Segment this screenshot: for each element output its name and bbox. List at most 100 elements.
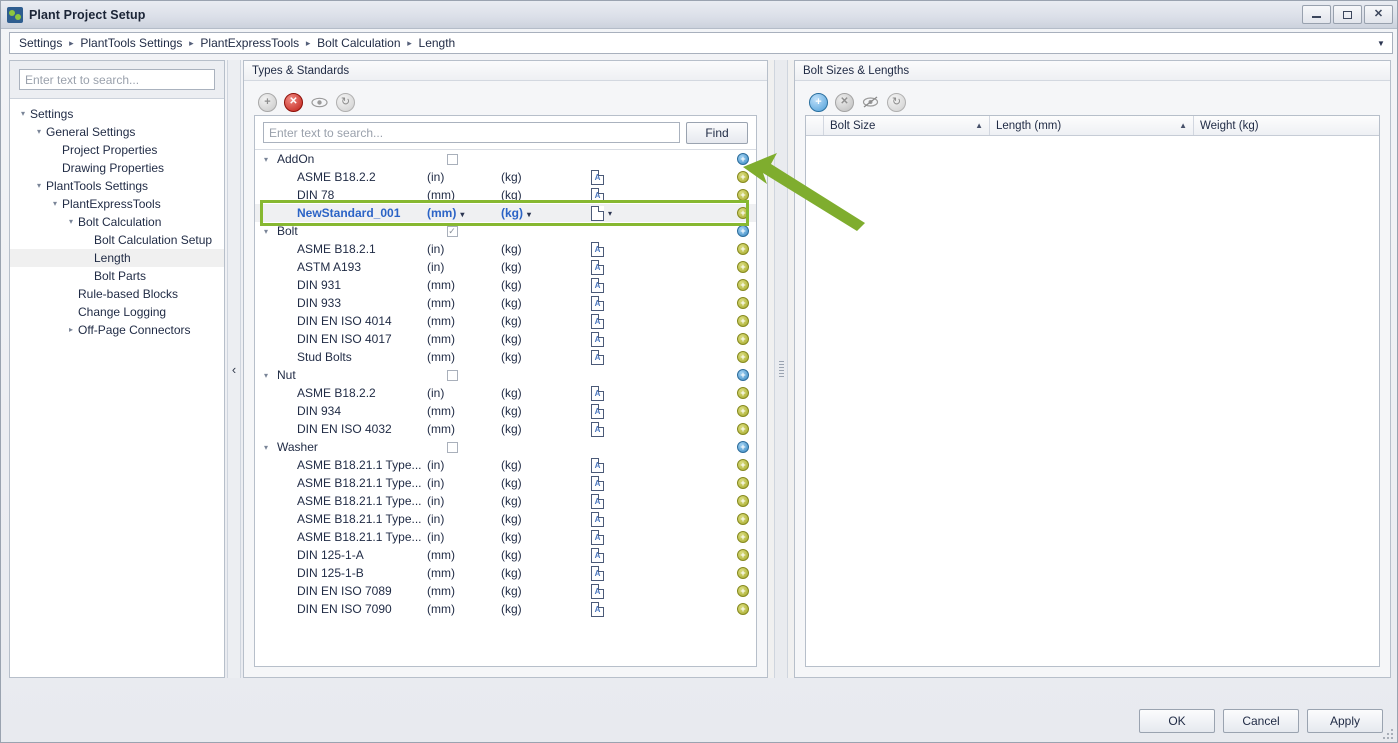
standards-rows[interactable]: ▾ AddOn + ASME B18.2.2 (in) (kg) A + DIN 78 (mm)(… <box>255 150 756 666</box>
document-a-icon[interactable]: A <box>591 601 604 617</box>
find-input[interactable] <box>263 122 680 143</box>
checkbox-unchecked[interactable] <box>446 441 458 453</box>
twisty-icon[interactable]: ▾ <box>32 182 46 190</box>
add-size-icon[interactable]: + <box>737 477 749 489</box>
grid-body[interactable] <box>806 136 1379 666</box>
twisty-icon[interactable]: ▾ <box>64 218 78 226</box>
weight-unit[interactable]: (kg) ▾ <box>501 206 591 220</box>
column-header-length-mm[interactable]: Length (mm) ▲ <box>990 116 1194 135</box>
add-standard-icon[interactable]: + <box>737 369 749 381</box>
twisty-icon[interactable]: ▾ <box>255 443 277 452</box>
standard-row[interactable]: DIN 933 (mm) (kg) A + <box>255 294 756 312</box>
sidebar-item-plantexpresstools[interactable]: ▾ PlantExpressTools <box>10 195 224 213</box>
standard-group-row[interactable]: ▾ Nut + <box>255 366 756 384</box>
apply-button[interactable]: Apply <box>1307 709 1383 733</box>
delete-size-button[interactable]: ✕ <box>835 92 854 112</box>
twisty-icon[interactable]: ▾ <box>255 371 277 380</box>
add-size-icon[interactable]: + <box>737 189 749 201</box>
maximize-button[interactable] <box>1333 5 1362 24</box>
standard-group-row[interactable]: ▾ Washer + <box>255 438 756 456</box>
sidebar-item-change-logging[interactable]: Change Logging <box>10 303 224 321</box>
twisty-icon[interactable]: ▾ <box>16 110 30 118</box>
cancel-button[interactable]: Cancel <box>1223 709 1299 733</box>
standard-row[interactable]: ASME B18.21.1 Type... (in) (kg) A + <box>255 456 756 474</box>
add-size-icon[interactable]: + <box>737 585 749 597</box>
twisty-icon[interactable]: ▾ <box>32 128 46 136</box>
add-size-icon[interactable]: + <box>737 207 749 219</box>
settings-tree[interactable]: ▾ Settings ▾ General Settings Project Proper… <box>10 99 224 677</box>
document-a-icon[interactable]: A <box>591 313 604 329</box>
add-size-icon[interactable]: + <box>737 495 749 507</box>
refresh-button[interactable]: ↻ <box>336 92 355 112</box>
standard-row[interactable]: DIN EN ISO 4017 (mm) (kg) A + <box>255 330 756 348</box>
standard-row[interactable]: DIN 934 (mm) (kg) A + <box>255 402 756 420</box>
standard-group-row[interactable]: ▾ AddOn + <box>255 150 756 168</box>
breadcrumb-item-4[interactable]: Length <box>416 36 459 50</box>
standard-row[interactable]: ASME B18.2.2 (in) (kg) A + <box>255 384 756 402</box>
sort-ascending-icon[interactable]: ▲ <box>1179 121 1187 130</box>
sidebar-item-length[interactable]: Length <box>10 249 224 267</box>
add-standard-icon[interactable]: + <box>737 153 749 165</box>
standard-row[interactable]: Stud Bolts (mm) (kg) A + <box>255 348 756 366</box>
document-a-icon[interactable]: A <box>591 547 604 563</box>
document-a-icon[interactable]: A <box>591 241 604 257</box>
standard-row[interactable]: ASME B18.21.1 Type... (in) (kg) A + <box>255 510 756 528</box>
find-button[interactable]: Find <box>686 121 748 144</box>
twisty-icon[interactable]: ▾ <box>48 200 62 208</box>
sidebar-item-planttools-settings[interactable]: ▾ PlantTools Settings <box>10 177 224 195</box>
document-a-icon[interactable]: A <box>591 511 604 527</box>
document-a-icon[interactable]: A <box>591 187 604 203</box>
standard-row[interactable]: ASTM A193 (in) (kg) A + <box>255 258 756 276</box>
standard-row[interactable]: NewStandard_001 (mm) ▾ (kg) ▾ ▾ + <box>255 204 756 222</box>
standard-row[interactable]: DIN 931 (mm) (kg) A + <box>255 276 756 294</box>
document-a-icon[interactable]: A <box>591 421 604 437</box>
standard-row[interactable]: ASME B18.2.1 (in) (kg) A + <box>255 240 756 258</box>
document-a-icon[interactable]: A <box>591 529 604 545</box>
checkbox-unchecked[interactable] <box>446 369 458 381</box>
add-size-button[interactable]: + <box>809 92 828 112</box>
twisty-icon[interactable]: ▾ <box>255 227 277 236</box>
breadcrumb-item-2[interactable]: PlantExpressTools <box>197 36 302 50</box>
minimize-button[interactable] <box>1302 5 1331 24</box>
sidebar-item-settings[interactable]: ▾ Settings <box>10 105 224 123</box>
sidebar-item-bolt-calculation-setup[interactable]: Bolt Calculation Setup <box>10 231 224 249</box>
standard-group-row[interactable]: ▾ Bolt ✓ + <box>255 222 756 240</box>
add-size-icon[interactable]: + <box>737 531 749 543</box>
add-standard-icon[interactable]: + <box>737 225 749 237</box>
document-a-icon[interactable]: A <box>591 349 604 365</box>
chevron-down-icon[interactable]: ▾ <box>527 210 531 219</box>
document-a-icon[interactable]: A <box>591 295 604 311</box>
document-a-icon[interactable]: A <box>591 457 604 473</box>
chevron-down-icon[interactable]: ▾ <box>460 210 464 219</box>
add-size-icon[interactable]: + <box>737 351 749 363</box>
breadcrumb-item-1[interactable]: PlantTools Settings <box>77 36 185 50</box>
breadcrumb-item-0[interactable]: Settings <box>16 36 65 50</box>
visibility-button[interactable] <box>861 93 880 112</box>
standard-row[interactable]: DIN EN ISO 7089 (mm) (kg) A + <box>255 582 756 600</box>
sidebar-item-project-properties[interactable]: Project Properties <box>10 141 224 159</box>
twisty-icon[interactable]: ▸ <box>64 326 78 334</box>
add-size-icon[interactable]: + <box>737 243 749 255</box>
add-size-icon[interactable]: + <box>737 279 749 291</box>
column-header-weight-kg[interactable]: Weight (kg) <box>1194 116 1379 135</box>
document-a-icon[interactable]: A <box>591 385 604 401</box>
standard-row[interactable]: ASME B18.21.1 Type... (in) (kg) A + <box>255 492 756 510</box>
sidebar-item-drawing-properties[interactable]: Drawing Properties <box>10 159 224 177</box>
standard-row[interactable]: DIN 78 (mm) (kg) A + <box>255 186 756 204</box>
document-a-icon[interactable]: A <box>591 583 604 599</box>
standard-name-input[interactable]: NewStandard_001 <box>277 206 427 220</box>
add-size-icon[interactable]: + <box>737 405 749 417</box>
sidebar-item-off-page-connectors[interactable]: ▸ Off-Page Connectors <box>10 321 224 339</box>
standard-row[interactable]: DIN 125-1-B (mm) (kg) A + <box>255 564 756 582</box>
document-a-icon[interactable]: A <box>591 565 604 581</box>
delete-type-button[interactable]: ✕ <box>284 92 303 112</box>
ok-button[interactable]: OK <box>1139 709 1215 733</box>
column-header-bolt-size[interactable]: Bolt Size ▲ <box>824 116 990 135</box>
sidebar-item-rule-based-blocks[interactable]: Rule-based Blocks <box>10 285 224 303</box>
visibility-button[interactable] <box>310 93 329 112</box>
sidebar-item-general-settings[interactable]: ▾ General Settings <box>10 123 224 141</box>
add-size-icon[interactable]: + <box>737 603 749 615</box>
sort-ascending-icon[interactable]: ▲ <box>975 121 983 130</box>
document-a-icon[interactable]: A <box>591 259 604 275</box>
document-a-icon[interactable]: A <box>591 169 604 185</box>
